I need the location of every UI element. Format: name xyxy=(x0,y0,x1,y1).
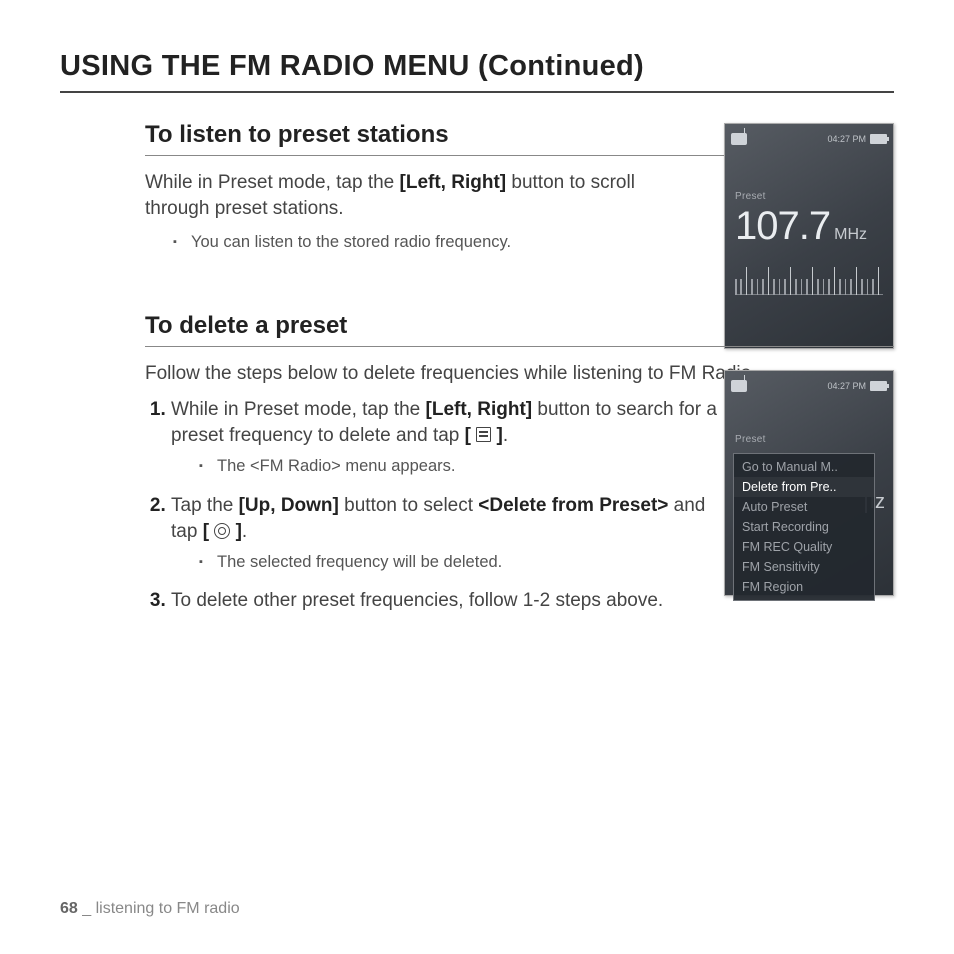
page-title: USING THE FM RADIO MENU (Continued) xyxy=(60,50,894,93)
device1-frequency: 107.7 xyxy=(735,204,830,249)
step2-sub: The selected frequency will be deleted. xyxy=(199,551,727,574)
battery-icon xyxy=(870,381,887,391)
menu-item: Go to Manual M.. xyxy=(734,457,874,477)
step2-end: . xyxy=(242,521,247,542)
step-1: While in Preset mode, tap the [Left, Rig… xyxy=(171,397,727,479)
device-screenshot-menu: 04:27 PM Preset Iz Go to Manual M..Delet… xyxy=(724,370,894,596)
menu-button-icon xyxy=(476,427,491,442)
page-number: 68 xyxy=(60,900,78,917)
step1-sub: The <FM Radio> menu appears. xyxy=(199,455,727,478)
select-button-icon xyxy=(214,523,230,539)
step2-mid: button to select xyxy=(339,495,478,516)
device1-time: 04:27 PM xyxy=(827,134,866,144)
device2-mode-label: Preset xyxy=(735,434,883,445)
device1-unit: MHz xyxy=(834,226,867,244)
step2-pre: Tap the xyxy=(171,495,239,516)
step1-br-close: ] xyxy=(491,425,503,446)
footer-chapter: listening to FM radio xyxy=(96,900,240,917)
section-listen-preset: To listen to preset stations While in Pr… xyxy=(145,121,894,254)
step-2: Tap the [Up, Down] button to select <Del… xyxy=(171,493,727,575)
battery-icon xyxy=(870,134,887,144)
step2-bold1: [Up, Down] xyxy=(239,495,339,516)
menu-item: FM Sensitivity xyxy=(734,557,874,577)
step1-pre: While in Preset mode, tap the xyxy=(171,399,426,420)
listen-intro-bold: [Left, Right] xyxy=(400,172,507,193)
section-delete-preset: To delete a preset Follow the steps belo… xyxy=(145,312,894,614)
step1-br-open: [ xyxy=(465,425,477,446)
listen-intro: While in Preset mode, tap the [Left, Rig… xyxy=(145,170,680,221)
step2-br-close: ] xyxy=(230,521,242,542)
radio-icon xyxy=(731,133,747,145)
device1-dial xyxy=(735,259,883,301)
menu-item: Auto Preset xyxy=(734,497,874,517)
device1-mode-label: Preset xyxy=(735,191,883,202)
step1-end: . xyxy=(503,425,508,446)
page-footer: 68 _ listening to FM radio xyxy=(60,900,240,918)
section-heading-delete: To delete a preset xyxy=(145,312,894,347)
listen-intro-pre: While in Preset mode, tap the xyxy=(145,172,400,193)
menu-item: FM REC Quality xyxy=(734,537,874,557)
device2-time: 04:27 PM xyxy=(827,381,866,391)
radio-icon xyxy=(731,380,747,392)
footer-separator: _ xyxy=(78,900,96,917)
step2-br-open: [ xyxy=(203,521,215,542)
step2-bold2: <Delete from Preset> xyxy=(478,495,668,516)
menu-item: FM Region xyxy=(734,577,874,597)
menu-item: Start Recording xyxy=(734,517,874,537)
fm-radio-menu: Go to Manual M..Delete from Pre..Auto Pr… xyxy=(733,453,875,601)
step1-bold: [Left, Right] xyxy=(426,399,533,420)
step-3: To delete other preset frequencies, foll… xyxy=(171,588,727,614)
menu-item: Delete from Pre.. xyxy=(734,477,874,497)
